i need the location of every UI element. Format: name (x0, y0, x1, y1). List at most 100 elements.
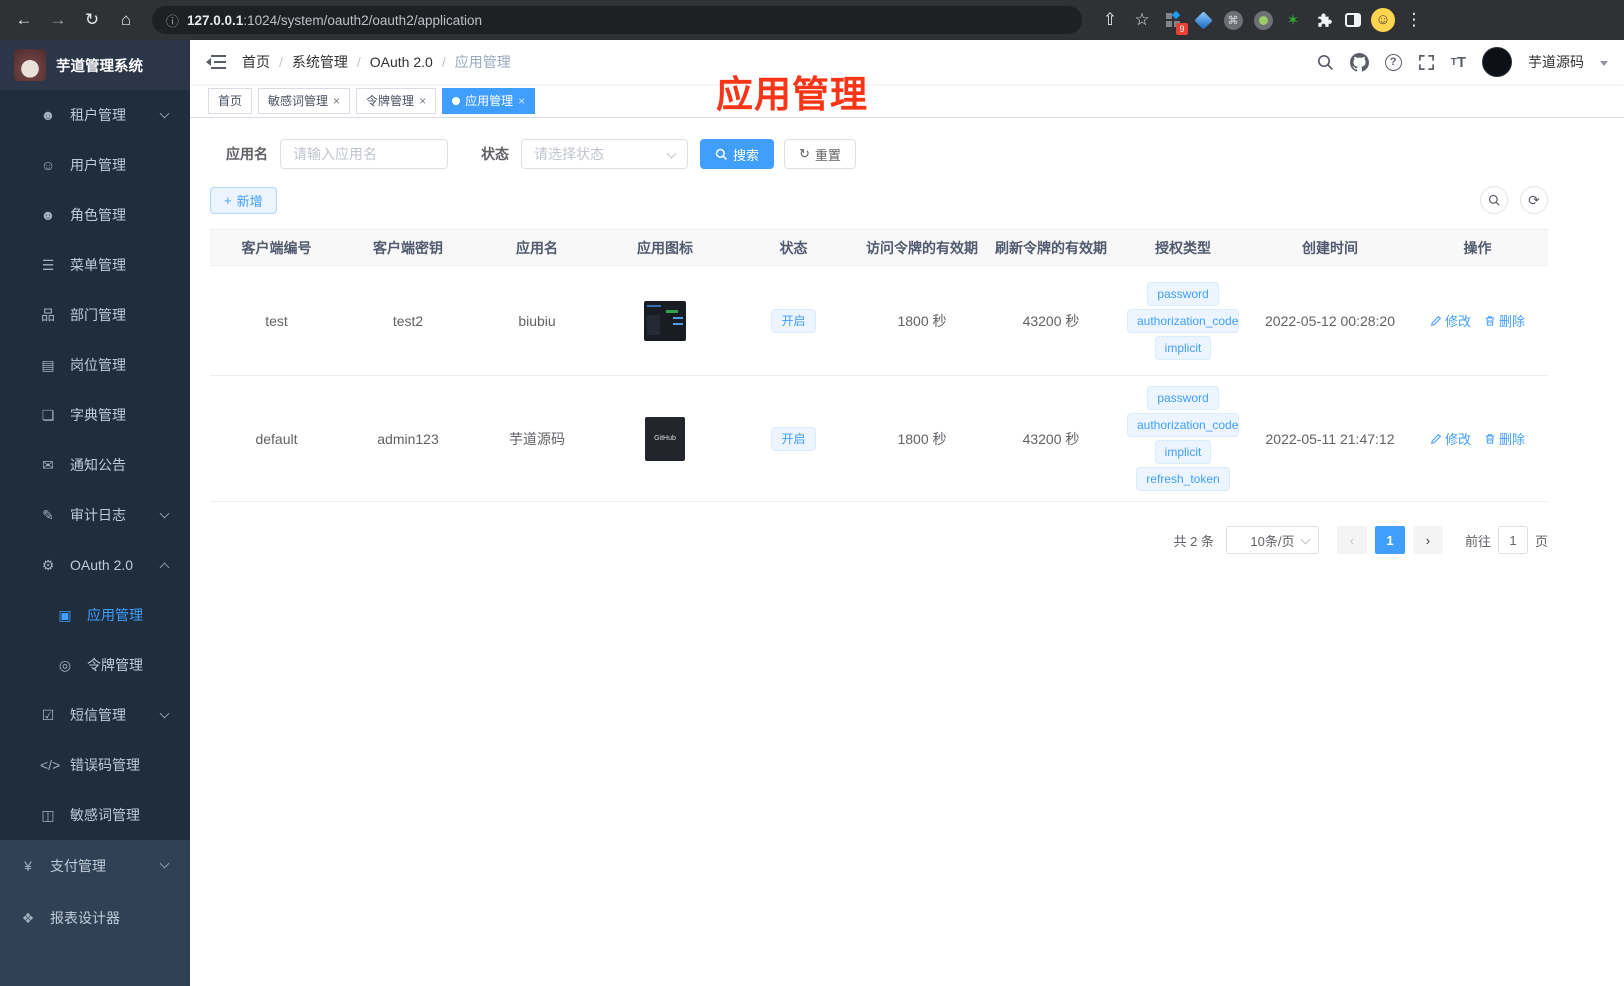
breadcrumb-item[interactable]: 首页 (242, 52, 270, 72)
refresh-button[interactable]: ⟳ (1520, 186, 1548, 214)
sidebar-item-错误码管理[interactable]: </> 错误码管理 (0, 740, 190, 790)
prev-page-button[interactable]: ‹ (1336, 526, 1367, 554)
user-name[interactable]: 芋道源码 (1528, 52, 1584, 72)
grant-type-tag: refresh_token (1136, 467, 1230, 491)
collapse-sidebar-icon[interactable] (206, 54, 226, 70)
column-header: 状态 (779, 239, 808, 256)
cell-client-id: test (265, 312, 288, 329)
sidebar-item-label: 字典管理 (70, 407, 126, 423)
back-icon[interactable]: ← (10, 6, 38, 34)
sidebar-item-label: 部门管理 (70, 307, 126, 323)
app-name-label: 应用名 (226, 146, 268, 162)
tab-首页[interactable]: 首页 (208, 87, 253, 114)
table-row: default admin123 芋道源码 GitHub 开启 1800 秒 43200 秒… (210, 376, 1548, 502)
extension-star-icon[interactable]: ✶ (1280, 7, 1306, 33)
sidebar-item-角色管理[interactable]: ☻ 角色管理 (0, 190, 190, 240)
extension-grid-icon[interactable]: 9 (1160, 7, 1188, 35)
cell-app-name: 芋道源码 (509, 430, 565, 447)
delete-link[interactable]: 删除 (1484, 429, 1525, 448)
page-number-button[interactable]: 1 (1374, 526, 1405, 554)
user-avatar[interactable] (1482, 47, 1512, 77)
status-select-placeholder: 请选择状态 (534, 146, 604, 162)
tab-label: 敏感词管理 (268, 94, 329, 108)
show-search-toggle-button[interactable] (1480, 186, 1508, 214)
token-icon: ◎ (58, 656, 72, 673)
status-select[interactable]: 请选择状态 (521, 139, 688, 169)
goto-page-input[interactable] (1497, 526, 1528, 554)
page-size-select[interactable]: 10条/页 (1225, 526, 1319, 554)
reset-button[interactable]: ↻ 重置 (784, 139, 856, 169)
edit-link[interactable]: 修改 (1430, 311, 1471, 330)
cell-app-icon: GitHub (601, 416, 729, 461)
sidebar-item-label: 通知公告 (70, 457, 126, 473)
reset-button-label: 重置 (814, 147, 841, 163)
chevron-down-icon (159, 708, 170, 719)
github-icon[interactable] (1349, 52, 1369, 72)
close-icon[interactable]: × (518, 94, 525, 108)
sidebar-item-通知公告[interactable]: ✉ 通知公告 (0, 440, 190, 490)
address-bar[interactable]: ⓘ 127.0.0.1:1024/system/oauth2/oauth2/ap… (152, 6, 1082, 34)
search-button[interactable]: 搜索 (700, 139, 775, 169)
sidebar-item-令牌管理[interactable]: ◎ 令牌管理 (0, 640, 190, 690)
browser-menu-icon[interactable]: ⋮ (1400, 6, 1428, 34)
sidebar-item-label: 岗位管理 (70, 357, 126, 373)
tab-敏感词管理[interactable]: 敏感词管理 × (258, 87, 351, 114)
close-icon[interactable]: × (333, 94, 340, 108)
sidebar-item-敏感词管理[interactable]: ◫ 敏感词管理 (0, 790, 190, 840)
sidebar-item-租户管理[interactable]: ☻ 租户管理 (0, 90, 190, 140)
sidebar-item-字典管理[interactable]: ❏ 字典管理 (0, 390, 190, 440)
sidebar-item-label: 菜单管理 (70, 257, 126, 273)
home-icon[interactable]: ⌂ (112, 6, 140, 34)
user-icon: ☺ (40, 157, 56, 173)
sidebar-item-应用管理[interactable]: ▣ 应用管理 (0, 590, 190, 640)
grant-type-tag: password (1147, 281, 1219, 306)
breadcrumb-item[interactable]: OAuth 2.0 (370, 54, 433, 70)
sidebar-item-部门管理[interactable]: 品部门管理 (0, 290, 190, 340)
edit-link[interactable]: 修改 (1430, 429, 1471, 448)
side-panel-icon[interactable] (1340, 7, 1366, 33)
top-navbar: 首页 / 系统管理 / OAuth 2.0 / 应用管理 ? TT 芋道源码 (190, 40, 1624, 84)
extension-gem-icon[interactable] (1190, 7, 1216, 33)
tag-view-bar: 首页 敏感词管理 × 令牌管理 × 应用管理 × (190, 84, 1624, 118)
reload-icon[interactable]: ↻ (78, 6, 106, 34)
tab-令牌管理[interactable]: 令牌管理 × (356, 87, 437, 114)
sidebar-item-短信管理[interactable]: ☑ 短信管理 (0, 690, 190, 740)
sidebar-item-报表设计器[interactable]: ❖ 报表设计器 (0, 892, 190, 944)
help-icon[interactable]: ? (1384, 53, 1402, 71)
sidebar-item-审计日志[interactable]: ✎ 审计日志 (0, 490, 190, 540)
app-name-input[interactable] (280, 139, 448, 169)
breadcrumb-item[interactable]: 系统管理 (292, 52, 348, 72)
delete-link[interactable]: 删除 (1484, 311, 1525, 330)
site-info-icon[interactable]: ⓘ (166, 11, 179, 30)
cell-app-icon (601, 300, 729, 341)
sidebar-item-支付管理[interactable]: ¥ 支付管理 (0, 840, 190, 892)
search-icon[interactable] (1317, 54, 1334, 71)
add-button[interactable]: + 新增 (210, 186, 277, 214)
chevron-down-icon (159, 508, 170, 519)
sidebar-item-OAuth 2.0[interactable]: ⚙ OAuth 2.0 (0, 540, 190, 590)
status-label: 状态 (481, 146, 509, 162)
forward-icon[interactable]: → (44, 6, 72, 34)
fullscreen-icon[interactable] (1418, 54, 1435, 71)
sidebar-item-岗位管理[interactable]: ▤ 岗位管理 (0, 340, 190, 390)
app-logo[interactable]: 芋道管理系统 (0, 40, 190, 90)
sidebar-item-菜单管理[interactable]: ☰ 菜单管理 (0, 240, 190, 290)
status-tag: 开启 (771, 308, 816, 333)
extensions-puzzle-icon[interactable] (1310, 7, 1336, 33)
logo-rabbit-image (14, 49, 46, 81)
grant-type-tag: authorization_code (1127, 308, 1239, 333)
close-icon[interactable]: × (419, 94, 426, 108)
sidebar-item-用户管理[interactable]: ☺ 用户管理 (0, 140, 190, 190)
app-briefcase-icon: ▣ (58, 606, 72, 623)
next-page-button[interactable]: › (1412, 526, 1443, 554)
chevron-down-icon[interactable] (1600, 61, 1608, 66)
share-icon[interactable]: ⇧ (1096, 6, 1124, 34)
sidebar-item-label: 报表设计器 (50, 910, 120, 926)
profile-avatar[interactable]: ☺ (1370, 7, 1396, 33)
column-header: 操作 (1463, 239, 1492, 256)
font-size-icon[interactable]: TT (1451, 54, 1466, 71)
extension-recorder-icon[interactable] (1250, 7, 1276, 33)
bookmark-star-icon[interactable]: ☆ (1128, 6, 1156, 34)
extension-cmd-icon[interactable]: ⌘ (1220, 7, 1246, 33)
tab-应用管理[interactable]: 应用管理 × (442, 87, 536, 114)
